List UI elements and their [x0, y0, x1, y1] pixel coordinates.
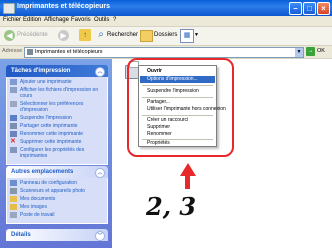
close-button[interactable]: × — [317, 2, 330, 15]
menu-bar: Fichier Edition Affichage Favoris Outils… — [0, 16, 332, 27]
menu-edit[interactable]: Edition — [23, 17, 41, 23]
task-share[interactable]: Partager cette imprimante — [10, 123, 104, 129]
task-label: Suspendre l'impression — [20, 115, 72, 121]
place-label: Scanneurs et appareils photo — [20, 188, 86, 194]
control-panel-icon — [10, 180, 17, 186]
details-title: Détails — [11, 232, 31, 238]
forward-arrow-icon[interactable]: ▶ — [58, 30, 69, 41]
other-places-header[interactable]: Autres emplacements ︽ — [6, 166, 108, 178]
task-preferences[interactable]: Sélectionner les préférences d'impressio… — [10, 101, 104, 113]
scanner-icon — [10, 188, 17, 194]
task-rename[interactable]: Renommer cette imprimante — [10, 131, 104, 137]
share-icon — [10, 123, 17, 129]
place-label: Mes documents — [20, 196, 56, 202]
add-printer-icon — [10, 79, 17, 85]
views-dropdown-icon[interactable]: ▼ — [194, 32, 199, 38]
computer-icon — [10, 212, 17, 218]
details-header[interactable]: Détails ︾ — [6, 229, 108, 241]
task-delete[interactable]: ✕ Supprimer cette imprimante — [10, 138, 104, 145]
printer-folder-icon — [27, 49, 33, 55]
step-numbers: 2, 3 — [146, 192, 197, 221]
printer-tasks-list: Ajouter une imprimante Afficher les fich… — [6, 77, 108, 165]
task-view-queue[interactable]: Afficher les fichiers d'impression en co… — [10, 87, 104, 99]
task-label: Configurer les propriétés des imprimante… — [20, 147, 85, 159]
task-label: Ajouter une imprimante — [20, 79, 72, 85]
menu-tools[interactable]: Outils — [94, 17, 109, 23]
go-arrow-icon[interactable]: → — [306, 47, 315, 56]
address-label: Adresse — [2, 48, 23, 54]
expand-chevron-icon[interactable]: ︾ — [95, 231, 105, 241]
place-label: Poste de travail — [20, 212, 55, 218]
folder-up-icon[interactable]: ↑ — [79, 29, 91, 41]
back-arrow-icon[interactable]: ◀ — [4, 30, 15, 41]
address-value: Imprimantes et télécopieurs — [35, 49, 103, 55]
task-properties[interactable]: Configurer les propriétés des imprimante… — [10, 147, 104, 159]
task-label: Afficher les fichiers d'impression en co… — [20, 87, 99, 99]
delete-x-icon: ✕ — [10, 138, 16, 145]
menu-view[interactable]: Affichage — [44, 17, 69, 23]
other-places-panel: Autres emplacements ︽ Panneau de configu… — [6, 166, 108, 224]
title-bar: Imprimantes et télécopieurs – □ × — [0, 0, 332, 16]
maximize-button[interactable]: □ — [303, 2, 316, 15]
pictures-folder-icon — [10, 204, 17, 210]
address-dropdown-icon[interactable]: ▼ — [295, 48, 303, 57]
collapse-chevron-icon[interactable]: ︽ — [95, 168, 105, 178]
minimize-button[interactable]: – — [289, 2, 302, 15]
toolbar: ◀ Précédente ▶ ↑ ⌕ Rechercher Dossiers ▦… — [0, 27, 332, 46]
search-label[interactable]: Rechercher — [107, 32, 138, 38]
other-places-list: Panneau de configuration Scanneurs et ap… — [6, 178, 108, 224]
place-my-computer[interactable]: Poste de travail — [10, 212, 104, 218]
documents-folder-icon — [10, 196, 17, 202]
place-label: Panneau de configuration — [20, 180, 77, 186]
task-add-printer[interactable]: Ajouter une imprimante — [10, 79, 104, 85]
pointer-arrow-shaft — [185, 175, 190, 189]
menu-file[interactable]: Fichier — [3, 17, 21, 23]
place-my-documents[interactable]: Mes documents — [10, 196, 104, 202]
place-scanners[interactable]: Scanneurs et appareils photo — [10, 188, 104, 194]
collapse-chevron-icon[interactable]: ︽ — [95, 67, 105, 77]
pause-icon — [10, 115, 17, 121]
task-label: Partager cette imprimante — [20, 123, 78, 129]
folders-label[interactable]: Dossiers — [154, 32, 177, 38]
preferences-icon — [10, 101, 17, 107]
views-icon[interactable]: ▦ — [180, 29, 194, 43]
task-label: Sélectionner les préférences d'impressio… — [20, 101, 84, 113]
menu-help[interactable]: ? — [113, 17, 116, 23]
task-label: Supprimer cette imprimante — [20, 139, 82, 145]
properties-icon — [10, 147, 17, 153]
menu-favorites[interactable]: Favoris — [71, 17, 91, 23]
highlight-box — [127, 58, 234, 157]
go-button[interactable]: OK — [317, 48, 325, 54]
printer-tasks-panel: Tâches d'impression ︽ Ajouter une imprim… — [6, 65, 108, 165]
place-control-panel[interactable]: Panneau de configuration — [10, 180, 104, 186]
task-pause[interactable]: Suspendre l'impression — [10, 115, 104, 121]
explorer-window: Imprimantes et télécopieurs – □ × Fichie… — [0, 0, 332, 248]
printer-tasks-title: Tâches d'impression — [11, 68, 71, 74]
back-label[interactable]: Précédente — [17, 32, 48, 38]
task-pane: Tâches d'impression ︽ Ajouter une imprim… — [0, 59, 112, 248]
task-label: Renommer cette imprimante — [20, 131, 84, 137]
search-icon[interactable]: ⌕ — [95, 29, 107, 41]
printer-folder-icon — [3, 3, 15, 14]
place-my-pictures[interactable]: Mes images — [10, 204, 104, 210]
folders-icon[interactable] — [140, 30, 153, 42]
address-field[interactable]: Imprimantes et télécopieurs ▼ — [24, 47, 304, 58]
printer-tasks-header[interactable]: Tâches d'impression ︽ — [6, 65, 108, 77]
details-panel: Détails ︾ — [6, 229, 108, 241]
window-title: Imprimantes et télécopieurs — [17, 3, 110, 10]
other-places-title: Autres emplacements — [11, 169, 74, 175]
printer-queue-icon — [10, 87, 17, 93]
rename-icon — [10, 131, 17, 137]
place-label: Mes images — [20, 204, 47, 210]
